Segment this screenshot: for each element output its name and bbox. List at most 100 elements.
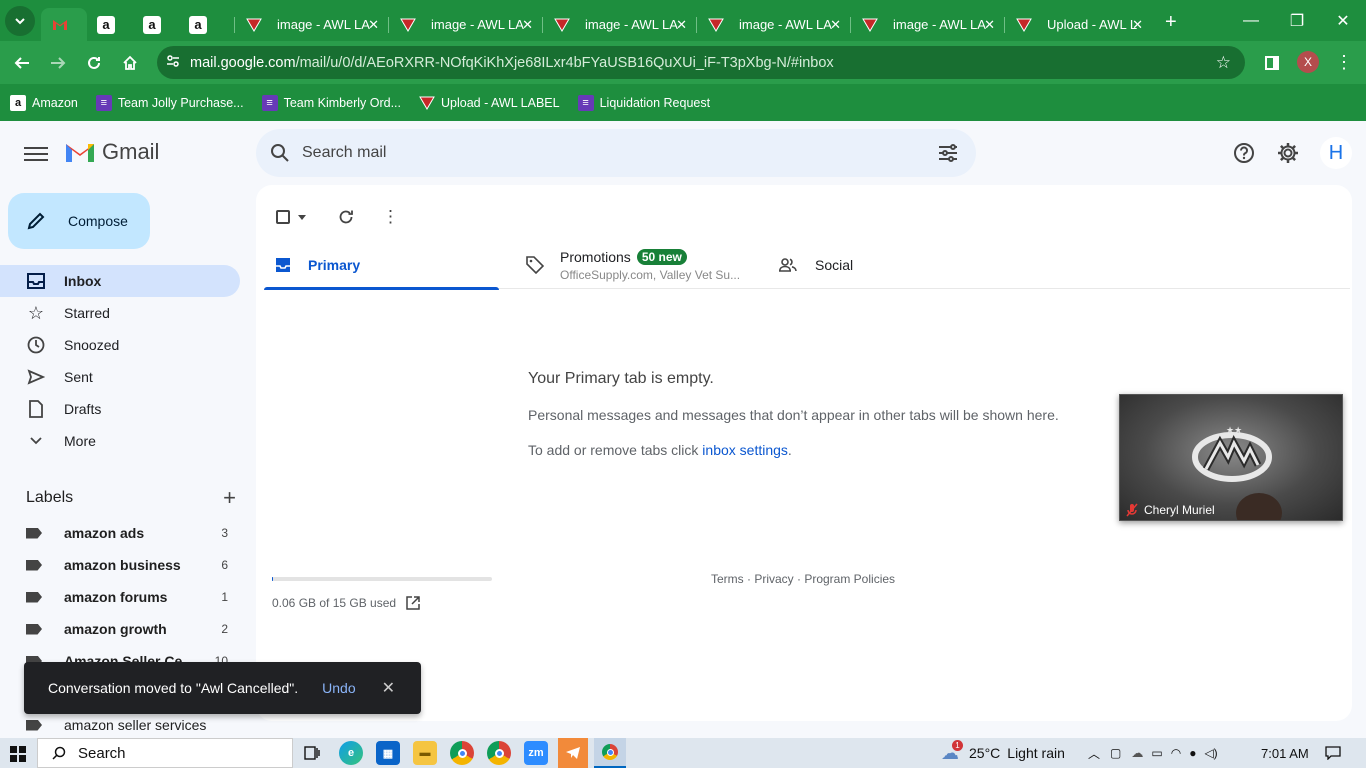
undo-button[interactable]: Undo — [322, 680, 355, 696]
chrome-icon[interactable] — [450, 741, 474, 765]
chevron-up-icon[interactable]: ︿ — [1088, 745, 1100, 762]
browser-tab[interactable]: image - AWL LA ✕ — [543, 8, 697, 41]
browser-tab-amazon-3[interactable]: a — [179, 8, 235, 41]
clock[interactable]: 7:01 AM — [1261, 738, 1309, 768]
bookmark-liquidation[interactable]: ≡ Liquidation Request — [577, 94, 710, 111]
snackbar: Conversation moved to "Awl Cancelled". U… — [24, 662, 421, 714]
zoom-icon[interactable]: zm — [524, 741, 548, 765]
onedrive-icon[interactable]: ☁ — [1131, 746, 1143, 760]
chrome-active-icon[interactable] — [594, 738, 626, 768]
close-icon[interactable]: ✕ — [1132, 17, 1143, 33]
browser-tab-gmail[interactable] — [41, 8, 87, 41]
battery-icon[interactable]: ▭ — [1151, 746, 1162, 760]
awl-icon — [419, 95, 435, 111]
browser-tab[interactable]: image - AWL LA ✕ — [389, 8, 543, 41]
browser-menu-icon[interactable]: ⋮ — [1330, 49, 1358, 77]
telegram-icon[interactable] — [558, 738, 588, 768]
back-button[interactable] — [8, 49, 36, 77]
notification-icon[interactable] — [1325, 738, 1341, 768]
microphone-icon[interactable]: ● — [1189, 746, 1196, 760]
help-icon — [1234, 143, 1254, 163]
volume-icon[interactable]: ◁) — [1204, 746, 1217, 760]
tag-icon — [526, 256, 544, 274]
tab-social[interactable]: Social — [779, 241, 1014, 289]
gmail-logo[interactable]: Gmail — [64, 139, 159, 165]
bookmark-upload-awl[interactable]: Upload - AWL LABEL — [419, 95, 560, 111]
windows-start-icon[interactable] — [10, 746, 26, 765]
close-icon[interactable]: ✕ — [830, 17, 841, 33]
browser-tab-amazon-2[interactable]: a — [133, 8, 179, 41]
account-avatar[interactable]: H — [1320, 137, 1352, 169]
bookmark-star-icon[interactable]: ☆ — [1216, 53, 1231, 73]
weather-badge: 1 — [952, 739, 963, 751]
sidebar-item-sent[interactable]: Sent — [0, 361, 240, 393]
amazon-icon: a — [97, 15, 115, 34]
label-item[interactable]: amazon business 6 — [0, 549, 240, 581]
help-button[interactable] — [1224, 133, 1264, 173]
select-checkbox[interactable] — [276, 210, 290, 224]
open-external-icon[interactable] — [406, 596, 420, 610]
more-options-icon[interactable]: ⋮ — [382, 207, 399, 227]
sidebar-item-snoozed[interactable]: Snoozed — [0, 329, 240, 361]
sidebar-item-more[interactable]: More — [0, 425, 240, 457]
close-icon[interactable]: ✕ — [368, 17, 379, 33]
new-tab-button[interactable]: + — [1165, 11, 1177, 34]
forward-button[interactable] — [44, 49, 72, 77]
bookmark-team-jolly[interactable]: ≡ Team Jolly Purchase... — [95, 94, 244, 111]
site-info-icon[interactable] — [166, 54, 180, 72]
close-icon[interactable]: ✕ — [984, 17, 995, 33]
edge-icon[interactable]: e — [339, 741, 363, 765]
sidebar-item-starred[interactable]: ☆ Starred — [0, 297, 240, 329]
chrome-profile-icon[interactable] — [487, 741, 511, 765]
task-view-icon[interactable] — [300, 741, 324, 765]
browser-tab[interactable]: image - AWL LA ✕ — [697, 8, 851, 41]
browser-tab[interactable]: Upload - AWL L ✕ — [1005, 8, 1153, 41]
compose-button[interactable]: Compose — [8, 193, 150, 249]
select-dropdown-icon[interactable] — [298, 214, 306, 220]
browser-tab[interactable]: image - AWL LA ✕ — [235, 8, 389, 41]
inbox-settings-link[interactable]: inbox settings — [702, 442, 788, 458]
main-menu-button[interactable] — [24, 143, 48, 167]
reload-button[interactable] — [80, 49, 108, 77]
search-icon[interactable] — [270, 143, 290, 163]
minimize-button[interactable]: — — [1228, 0, 1274, 41]
pencil-icon — [27, 212, 45, 230]
settings-button[interactable] — [1268, 133, 1308, 173]
wifi-icon[interactable]: ◠ — [1171, 746, 1181, 760]
bookmark-team-kimberly[interactable]: ≡ Team Kimberly Ord... — [261, 94, 401, 111]
tab-promotions[interactable]: Promotions 50 new OfficeSupply.com, Vall… — [526, 241, 766, 289]
awl-icon — [245, 16, 263, 34]
restore-button[interactable]: ❐ — [1274, 0, 1320, 41]
add-label-icon[interactable]: + — [223, 485, 236, 511]
tab-primary[interactable]: Primary — [264, 241, 499, 290]
home-button[interactable] — [116, 49, 144, 77]
browser-tab[interactable]: image - AWL LA ✕ — [851, 8, 1005, 41]
refresh-icon[interactable] — [338, 209, 354, 225]
store-icon[interactable]: ▦ — [376, 741, 400, 765]
side-panel-button[interactable] — [1258, 49, 1286, 77]
close-icon[interactable]: ✕ — [676, 17, 687, 33]
browser-tab-amazon-1[interactable]: a — [87, 8, 133, 41]
search-options-icon[interactable] — [938, 144, 958, 162]
close-window-button[interactable]: ✕ — [1320, 0, 1366, 41]
video-call-tile[interactable]: ★★ Cheryl Muriel — [1119, 394, 1343, 521]
address-bar[interactable]: mail.google.com/mail/u/0/d/AEoRXRR-NOfqK… — [157, 46, 1245, 79]
footer-links[interactable]: Terms · Privacy · Program Policies — [711, 572, 895, 586]
profile-avatar[interactable]: X — [1297, 51, 1319, 73]
sidebar-item-inbox[interactable]: Inbox — [0, 265, 240, 297]
file-explorer-icon[interactable]: ▬ — [413, 741, 437, 765]
label-item[interactable]: amazon growth 2 — [0, 613, 240, 645]
close-icon[interactable]: ✕ — [382, 678, 395, 698]
close-icon[interactable]: ✕ — [522, 17, 533, 33]
meet-icon[interactable]: ▢ — [1110, 746, 1121, 760]
weather-widget[interactable]: ☁ 1 25°C Light rain — [941, 738, 1065, 768]
search-bar[interactable]: Search mail — [256, 129, 976, 177]
tab-search-button[interactable] — [5, 5, 35, 36]
sidebar-item-drafts[interactable]: Drafts — [0, 393, 240, 425]
label-item[interactable]: amazon forums 1 — [0, 581, 240, 613]
label-item[interactable]: amazon ads 3 — [0, 517, 240, 549]
search-input[interactable]: Search mail — [302, 144, 386, 162]
bookmark-amazon[interactable]: a Amazon — [10, 94, 78, 111]
taskbar-search-box[interactable]: Search — [37, 738, 293, 768]
participant-video — [1236, 493, 1282, 520]
